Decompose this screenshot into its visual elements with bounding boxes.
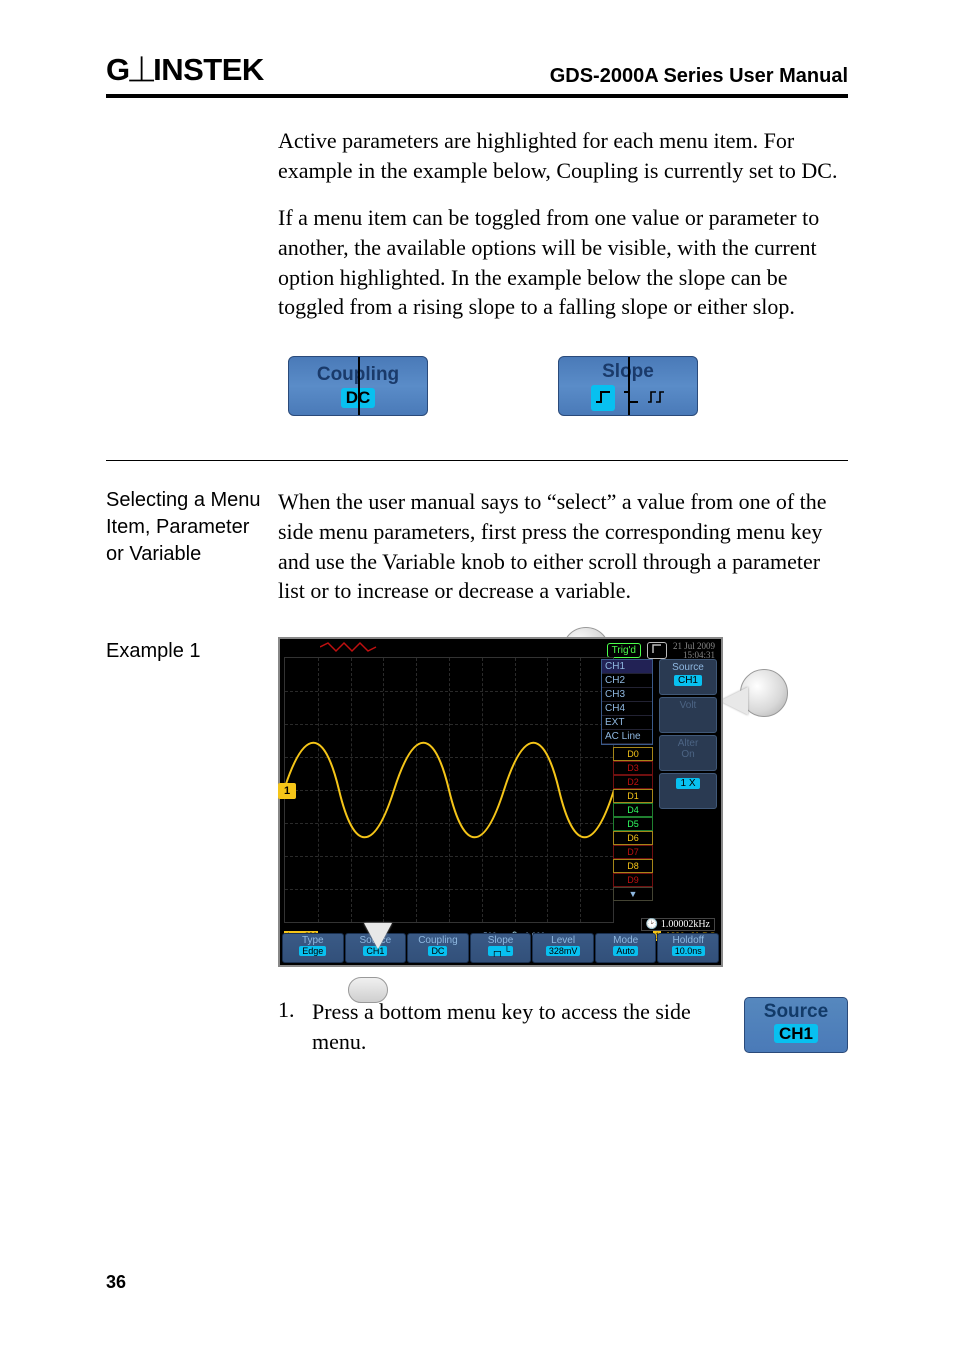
bm-holdoff[interactable]: Holdoff10.0ns: [657, 933, 719, 963]
slope-menu-button[interactable]: Slope: [558, 356, 698, 416]
source-list[interactable]: CH1 CH2 CH3 CH4 EXT AC Line: [601, 659, 653, 745]
frequency-readout: 🕑 1.00002kHz: [641, 918, 715, 931]
coupling-menu-button[interactable]: Coupling DC: [288, 356, 428, 416]
step-number: 1.: [278, 997, 298, 1023]
section-body: When the user manual says to “select” a …: [278, 487, 848, 606]
bottom-menu: TypeEdge SourceCH1 CouplingDC Slope┌┐└ L…: [282, 933, 719, 963]
page-header: G⏊INSTEK GDS-2000A Series User Manual: [106, 52, 848, 98]
source-item-ch4[interactable]: CH4: [602, 702, 652, 716]
timestamp: 21 Jul 200915:04:31: [673, 642, 715, 660]
brand-logo: G⏊INSTEK: [106, 52, 264, 88]
side-volt-button[interactable]: Volt: [659, 697, 717, 733]
arrow-down-icon: [364, 923, 392, 949]
waveform-trace: [284, 657, 614, 923]
side-source-button[interactable]: Source CH1: [659, 659, 717, 695]
section-label: Selecting a Menu Item, Parameter or Vari…: [106, 487, 266, 606]
channel-badge: 1: [278, 783, 296, 799]
section-divider: [106, 460, 848, 461]
oscilloscope-screenshot: Trig'd 21 Jul 200915:04:31 1 CH1: [278, 637, 758, 967]
bm-mode[interactable]: ModeAuto: [595, 933, 657, 963]
source-item-ch3[interactable]: CH3: [602, 688, 652, 702]
side-lx-button[interactable]: 1 X: [659, 773, 717, 809]
side-menu: Source CH1 Volt Alter On 1 X: [659, 659, 717, 811]
source-item-ext[interactable]: EXT: [602, 716, 652, 730]
step-text: Press a bottom menu key to access the si…: [312, 997, 730, 1056]
side-alter-button[interactable]: Alter On: [659, 735, 717, 771]
scope-top-indicator: [320, 641, 380, 655]
run-icon: [647, 642, 667, 659]
bm-slope[interactable]: Slope┌┐└: [470, 933, 532, 963]
doc-title: GDS-2000A Series User Manual: [550, 65, 848, 88]
slope-either-icon: [647, 388, 665, 408]
scroll-down-icon[interactable]: ▼: [613, 887, 653, 901]
source-item-ch2[interactable]: CH2: [602, 674, 652, 688]
arrow-left-icon: [720, 687, 748, 715]
source-soft-button[interactable]: Source CH1: [744, 997, 848, 1053]
bm-level[interactable]: Level328mV: [532, 933, 594, 963]
source-item-ch1[interactable]: CH1: [602, 660, 652, 674]
bm-coupling[interactable]: CouplingDC: [407, 933, 469, 963]
digital-list: D0 D3 D2 D1 D4 D5 D6 D7 D8 D9 ▼: [613, 747, 653, 901]
intro-paragraph-1: Active parameters are highlighted for ea…: [278, 126, 848, 185]
source-item-acline[interactable]: AC Line: [602, 730, 652, 744]
intro-paragraph-2: If a menu item can be toggled from one v…: [278, 203, 848, 322]
source-chip-value: CH1: [774, 1024, 818, 1043]
bm-type[interactable]: TypeEdge: [282, 933, 344, 963]
bottom-key-icon: [348, 977, 388, 1003]
menu-button-row: Coupling DC Slope: [288, 356, 848, 416]
page-number: 36: [106, 1272, 126, 1293]
slope-falling-icon: [623, 388, 639, 408]
source-chip-label: Source: [745, 1001, 847, 1023]
slope-rising-icon: [591, 385, 615, 411]
